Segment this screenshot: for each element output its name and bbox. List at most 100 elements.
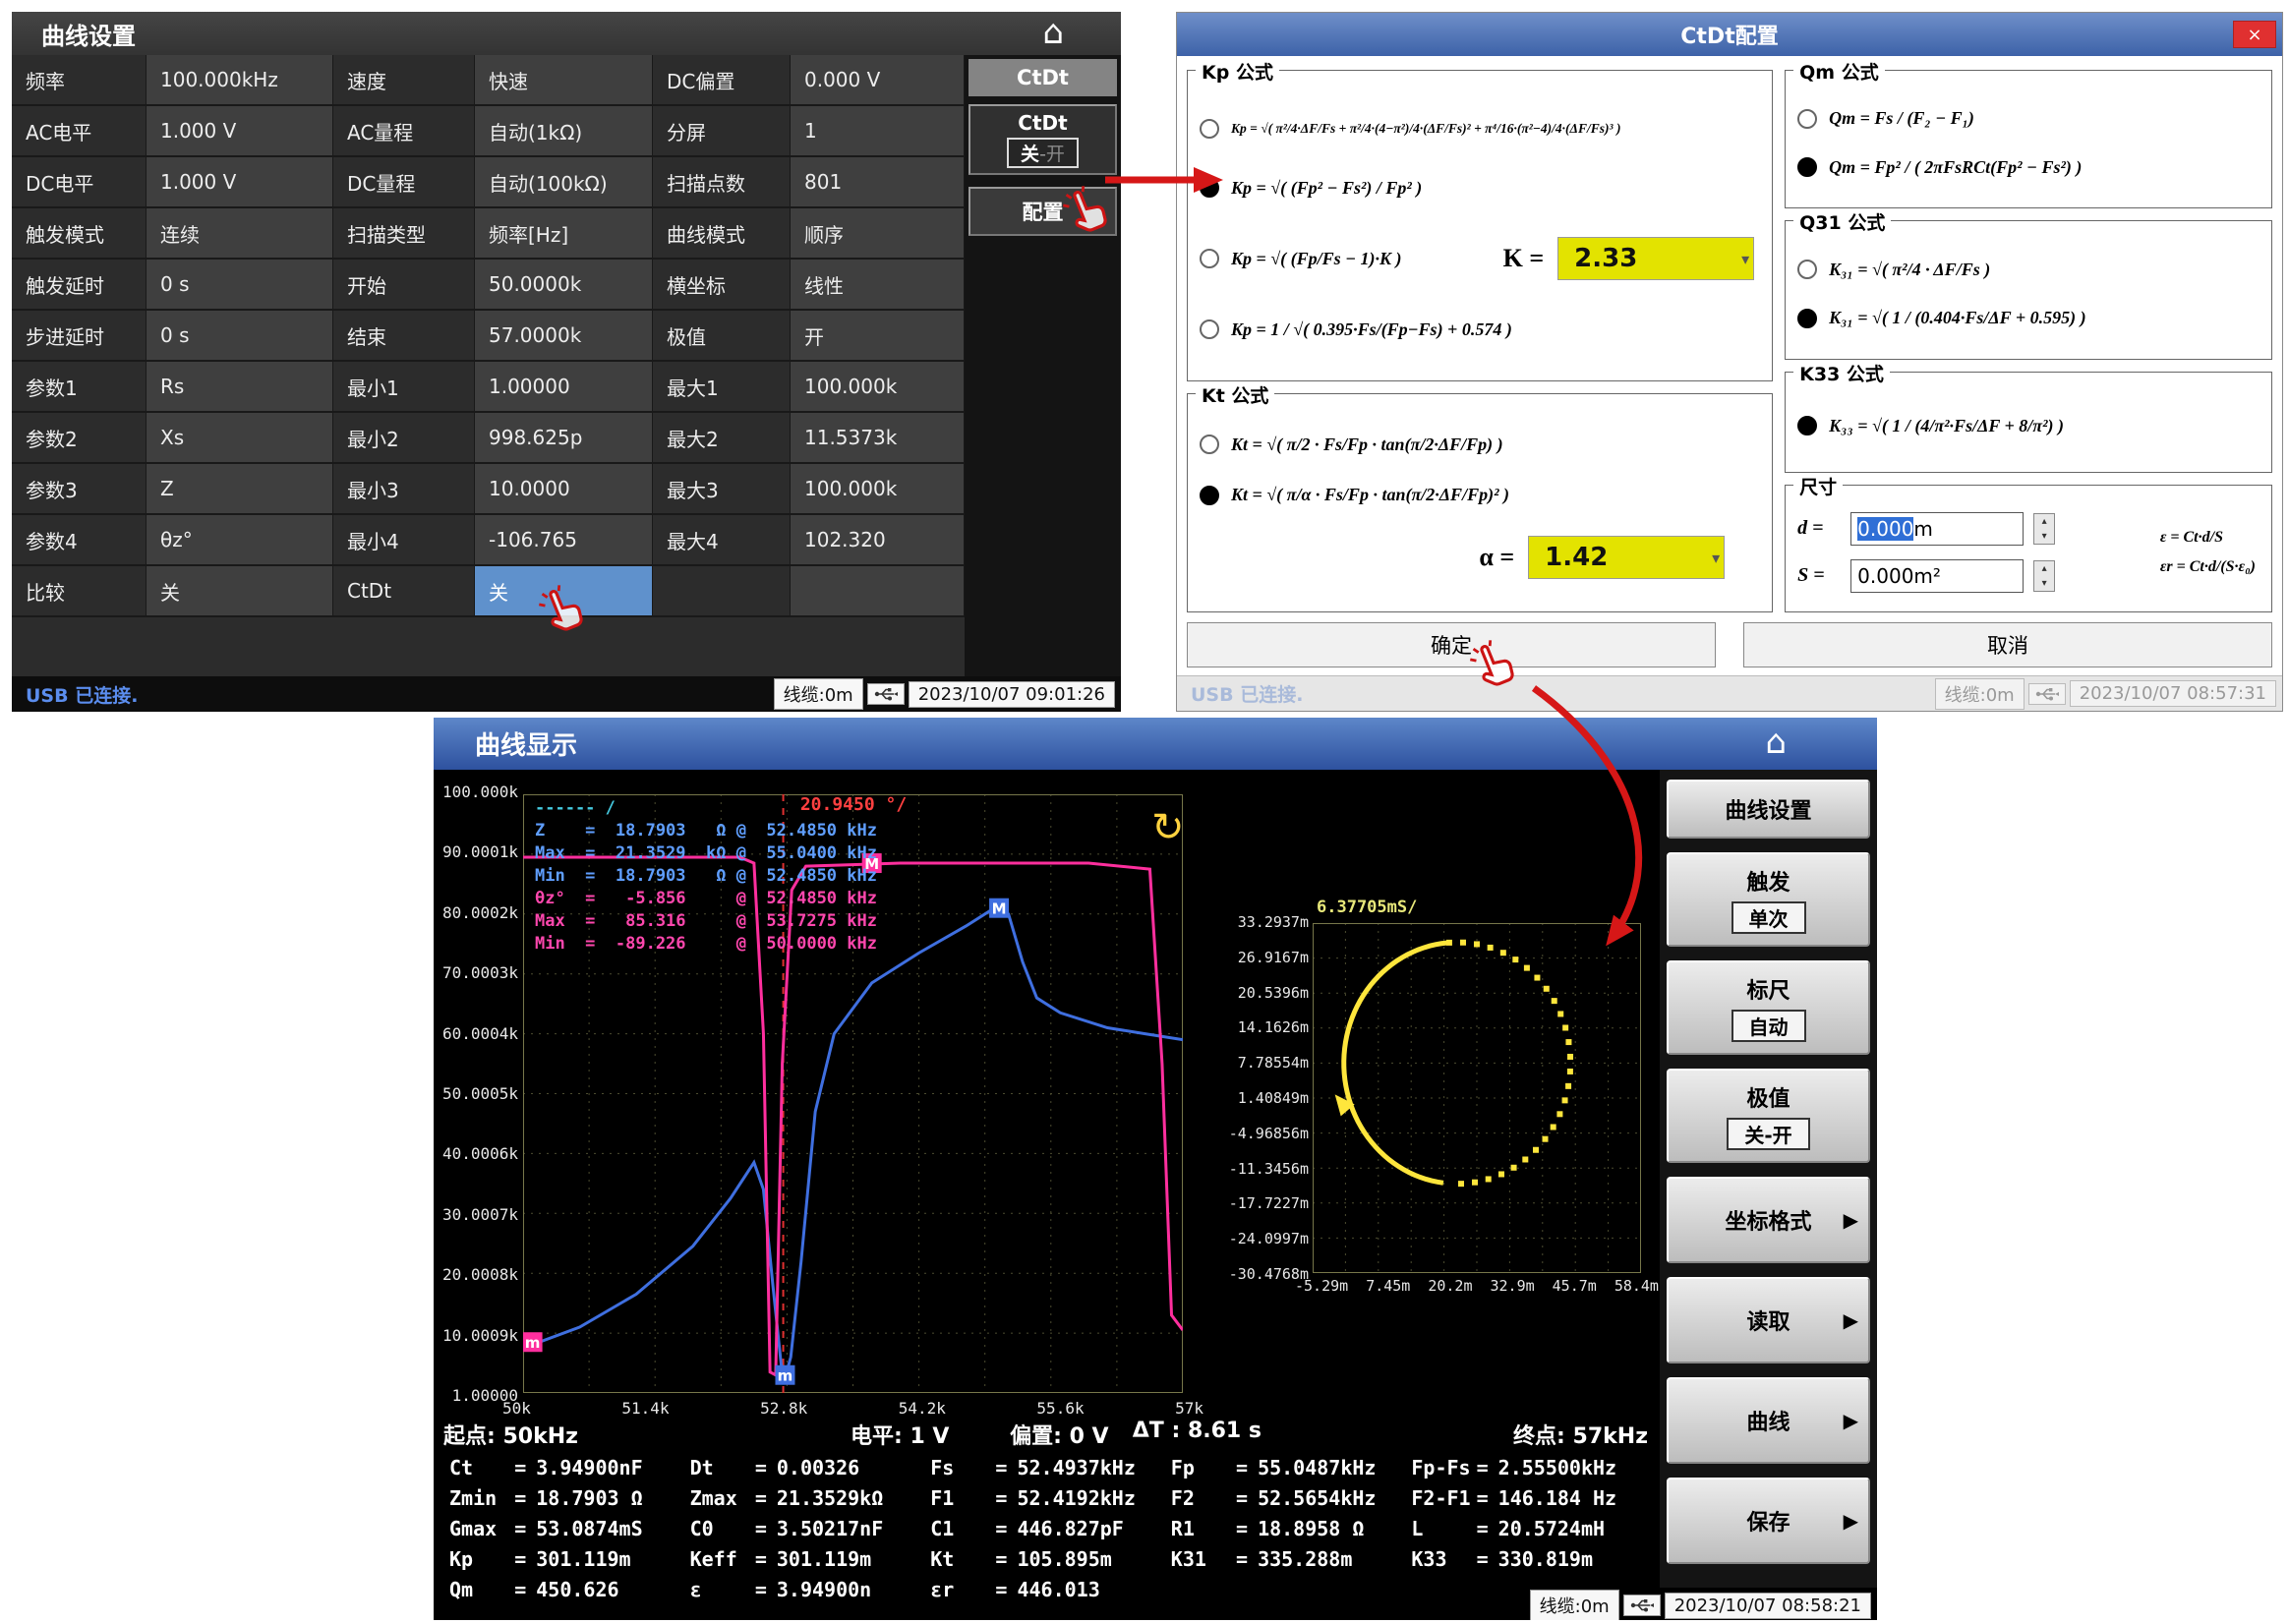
setting-value[interactable]: 801 [791, 157, 965, 208]
setting-value[interactable]: 100.000kHz [147, 55, 333, 106]
sidebar-button-curve-settings[interactable]: 曲线设置 [1667, 780, 1870, 839]
setting-value[interactable]: 57.0000k [475, 311, 653, 362]
setting-label: 参数2 [12, 413, 147, 464]
setting-value[interactable] [791, 566, 965, 617]
result-value: 21.3529kΩ [777, 1486, 883, 1510]
setting-value[interactable]: 开 [791, 311, 965, 362]
s-input[interactable]: 0.000m² [1850, 559, 2024, 593]
s-stepper[interactable]: ▴▾ [2033, 560, 2055, 592]
kt-formula-option-1[interactable]: Kt = √( π/2 · Fs/Fp · tan(π/2·ΔF/Fp) ) [1200, 435, 1760, 455]
setting-value[interactable]: 998.625p [475, 413, 653, 464]
result-item: Ct=3.94900nF [449, 1456, 690, 1479]
radio-icon[interactable] [1200, 319, 1219, 339]
sidebar-menu-button[interactable]: 读取 ▶ [1667, 1277, 1870, 1363]
result-value: 3.94900nF [536, 1456, 642, 1479]
radio-icon[interactable] [1797, 157, 1817, 177]
radio-icon[interactable] [1797, 416, 1817, 435]
k33-formula-option-1[interactable]: K₃₃ = √( 1 / (4/π²·Fs/ΔF + 8/π²) ) [1797, 416, 2260, 436]
setting-value[interactable]: 自动(1kΩ) [475, 106, 653, 157]
setting-value[interactable]: 1 [791, 106, 965, 157]
alpha-label: α = [1479, 543, 1514, 572]
setting-value[interactable]: 1.00000 [475, 362, 653, 413]
d-input[interactable]: 0.000m [1850, 512, 2024, 546]
status-cells: 线缆:0m 2023/10/07 08:57:31 [1935, 678, 2276, 710]
qm-formula-option-2[interactable]: Qm = Fp² / ( 2πFsRCt(Fp² − Fs²) ) [1797, 157, 2260, 178]
kp-formula-option-3[interactable]: Kp = √( (Fp/Fs − 1)·K ) K = 2.33 ▾ [1200, 237, 1760, 280]
radio-icon[interactable] [1200, 486, 1219, 505]
setting-value[interactable]: Xs [147, 413, 333, 464]
setting-value[interactable]: Rs [147, 362, 333, 413]
radio-icon[interactable] [1797, 309, 1817, 328]
radio-icon[interactable] [1200, 435, 1219, 454]
radio-icon[interactable] [1200, 178, 1219, 198]
kp-formula-option-4[interactable]: Kp = 1 / √( 0.395·Fs/(Fp−Fs) + 0.574 ) [1200, 319, 1760, 340]
svg-text:M: M [992, 900, 1007, 918]
setting-value[interactable]: 0.000 V [791, 55, 965, 106]
setting-value[interactable]: 连续 [147, 208, 333, 260]
q31-formula-option-1[interactable]: K₃₁ = √( π²/4 · ΔF/Fs ) [1797, 260, 2260, 280]
curve-display-panel: 曲线显示 ⌂ 100.000k90.0001k80.0002k70.0003k6… [434, 718, 1877, 1620]
dropdown-arrow-icon[interactable]: ▾ [1712, 549, 1720, 567]
sidebar-menu-button[interactable]: 曲线 ▶ [1667, 1377, 1870, 1464]
setting-value[interactable]: 顺序 [791, 208, 965, 260]
spin-up-icon[interactable]: ▴ [2034, 514, 2054, 529]
spin-down-icon[interactable]: ▾ [2034, 576, 2054, 591]
y-axis-label: 14.1626m [1238, 1018, 1309, 1036]
setting-value[interactable]: 0 s [147, 311, 333, 362]
ctdt-toggle-button[interactable]: CtDt 关-开 [968, 104, 1117, 175]
setting-value[interactable]: 快速 [475, 55, 653, 106]
result-name: F2-F1 [1411, 1486, 1476, 1510]
setting-value[interactable]: 线性 [791, 260, 965, 311]
setting-label: AC电平 [12, 106, 147, 157]
formula-text: Qm = Fp² / ( 2πFsRCt(Fp² − Fs²) ) [1829, 157, 2082, 178]
q31-formula-option-2[interactable]: K₃₁ = √( 1 / (0.404·Fs/ΔF + 0.595) ) [1797, 308, 2260, 328]
kp-formula-option-2[interactable]: Kp = √( (Fp² − Fs²) / Fp² ) [1200, 178, 1760, 199]
radio-icon[interactable] [1200, 119, 1219, 139]
setting-value[interactable]: 自动(100kΩ) [475, 157, 653, 208]
setting-value[interactable]: 0 s [147, 260, 333, 311]
dropdown-arrow-icon[interactable]: ▾ [1741, 250, 1749, 268]
setting-value[interactable]: 频率[Hz] [475, 208, 653, 260]
setting-value[interactable]: -106.765 [475, 515, 653, 566]
sidebar-menu-button[interactable]: 坐标格式 ▶ [1667, 1177, 1870, 1263]
setting-value[interactable]: 10.0000 [475, 464, 653, 515]
readout-text: ------ / [535, 798, 616, 818]
k-input[interactable]: 2.33 ▾ [1557, 237, 1754, 280]
sidebar-menu-button[interactable]: 保存 ▶ [1667, 1478, 1870, 1564]
sidebar-toggle-button[interactable]: 标尺 自动 [1667, 960, 1870, 1055]
setting-value[interactable]: 100.000k [791, 362, 965, 413]
setting-value[interactable]: 关 [147, 566, 333, 617]
setting-value[interactable]: Z [147, 464, 333, 515]
setting-value[interactable]: 50.0000k [475, 260, 653, 311]
home-icon[interactable]: ⌂ [1765, 725, 1787, 759]
setting-value[interactable]: 11.5373k [791, 413, 965, 464]
setting-value[interactable]: 102.320 [791, 515, 965, 566]
cancel-button[interactable]: 取消 [1743, 622, 2272, 667]
spin-up-icon[interactable]: ▴ [2034, 561, 2054, 576]
close-button[interactable]: × [2233, 21, 2276, 48]
formula-text: Kp = √( π²/4·ΔF/Fs + π²/4·(4−π²)/4·(ΔF/F… [1231, 121, 1620, 137]
setting-value[interactable]: 关 [475, 566, 653, 617]
radio-icon[interactable] [1797, 109, 1817, 129]
ok-button[interactable]: 确定 [1187, 622, 1716, 667]
setting-value[interactable]: 100.000k [791, 464, 965, 515]
ctdt-config-button[interactable]: 配置 [968, 187, 1117, 236]
home-icon[interactable]: ⌂ [1042, 16, 1064, 49]
toggle-separator: - [1039, 144, 1046, 165]
spin-down-icon[interactable]: ▾ [2034, 529, 2054, 544]
radio-icon[interactable] [1797, 260, 1817, 279]
kt-formula-option-2[interactable]: Kt = √( π/α · Fs/Fp · tan(π/2·ΔF/Fp)² ) [1200, 485, 1760, 505]
setting-value[interactable]: 1.000 V [147, 106, 333, 157]
setting-value[interactable]: 1.000 V [147, 157, 333, 208]
radio-icon[interactable] [1200, 249, 1219, 268]
rotate-icon[interactable]: ↻ [1151, 805, 1185, 850]
result-value: 450.626 [536, 1578, 618, 1601]
qm-formula-option-1[interactable]: Qm = Fs / (F₂ − F₁) [1797, 108, 2260, 129]
d-stepper[interactable]: ▴▾ [2033, 513, 2055, 545]
sidebar-toggle-button[interactable]: 极值 关-开 [1667, 1069, 1870, 1163]
setting-value[interactable]: θz° [147, 515, 333, 566]
alpha-input[interactable]: 1.42 ▾ [1528, 536, 1725, 579]
setting-label: DC偏置 [653, 55, 791, 106]
kp-formula-option-1[interactable]: Kp = √( π²/4·ΔF/Fs + π²/4·(4−π²)/4·(ΔF/F… [1200, 119, 1760, 139]
sidebar-toggle-button[interactable]: 触发 单次 [1667, 852, 1870, 947]
